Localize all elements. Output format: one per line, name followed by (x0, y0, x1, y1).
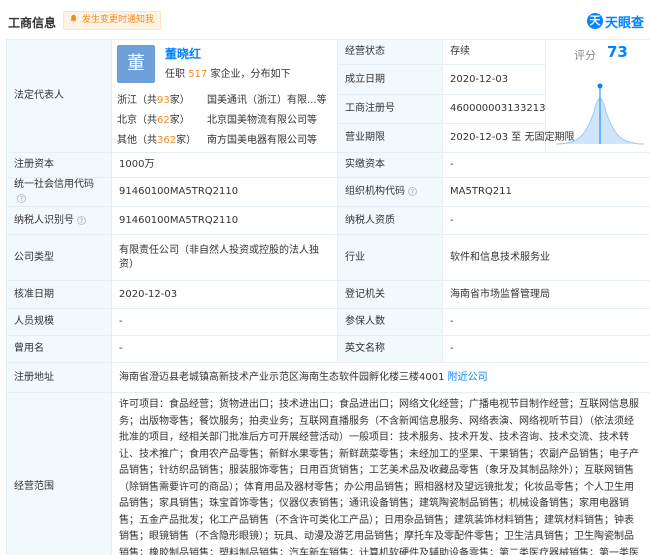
legal-rep-tenure: 任职 517 家企业，分布如下 (165, 68, 290, 82)
legal-rep-name-link[interactable]: 董晓红 (165, 47, 201, 61)
legal-rep-label: 法定代表人 (14, 90, 64, 101)
capital-label: 注册资本 (6, 152, 112, 178)
bell-icon (70, 14, 77, 23)
org-code-label: 组织机构代码 (345, 186, 405, 197)
taxpayer-value: - (442, 206, 650, 235)
address-cell: 海南省澄迈县老城镇高新技术产业示范区海南生态软件园孵化楼三楼4001 附近公司 (111, 362, 650, 393)
brand-logo[interactable]: 天天眼查 (586, 11, 644, 31)
score-marker-icon (597, 83, 603, 89)
region-count: 362 (157, 135, 177, 146)
nearby-companies-link[interactable]: 附近公司 (448, 372, 488, 383)
region-group-zhejiang[interactable]: 浙江（共93家） 国美通讯（浙江）有限...等 (117, 94, 327, 108)
address-label: 注册地址 (6, 362, 112, 393)
region-unit: 家） (176, 135, 197, 146)
help-icon[interactable]: ? (408, 187, 417, 196)
tax-id-label-cell: 纳税人识别号? (6, 206, 112, 235)
region-count: 62 (157, 115, 170, 126)
region-group-other[interactable]: 其他（共362家） 南方国美电器有限公司等 (117, 134, 317, 148)
insured-value: - (442, 308, 650, 336)
credit-code-label: 统一社会信用代码 (14, 179, 94, 190)
reg-no-label: 工商注册号 (337, 94, 443, 124)
capital-value: 1000万 (111, 152, 338, 178)
established-value: 2020-12-03 (442, 64, 546, 96)
org-code-value: MA5TRQ211 (442, 177, 650, 207)
term-label: 营业期限 (337, 122, 443, 154)
status-value: 存续 (442, 38, 546, 66)
company-type-label: 公司类型 (6, 234, 112, 281)
staff-size-label: 人员规模 (6, 308, 112, 336)
help-icon[interactable]: ? (77, 215, 86, 225)
region-company: 国美通讯（浙江）有限...等 (207, 95, 327, 106)
approve-date-value: 2020-12-03 (111, 280, 338, 309)
score-value[interactable]: 73 (607, 45, 628, 60)
approve-date-label: 核准日期 (6, 280, 112, 309)
credit-code-label-cell: 统一社会信用代码? (6, 177, 112, 207)
tax-id-value: 91460100MA5TRQ2110 (111, 206, 338, 235)
org-code-label-cell: 组织机构代码? (337, 177, 443, 207)
score-distribution-curve (555, 83, 645, 145)
section-header: 工商信息 发生变更时通知我 天天眼查 (0, 0, 650, 40)
tenure-suffix: 家企业，分布如下 (207, 69, 291, 80)
help-icon[interactable]: ? (17, 194, 26, 203)
industry-value: 软件和信息技术服务业 (442, 234, 650, 281)
region-name: 浙江（共 (117, 95, 157, 106)
established-label: 成立日期 (337, 64, 443, 96)
scope-label: 经营范围 (6, 392, 112, 555)
scope-value: 许可项目：食品经营；货物进出口；技术进出口；食品进出口；网络文化经营；广播电视节… (111, 392, 650, 555)
legal-rep-avatar[interactable]: 董 (117, 45, 155, 83)
paid-capital-value: - (442, 152, 650, 178)
legal-rep-label-cell: 法定代表人 (6, 39, 112, 153)
insured-label: 参保人数 (337, 308, 443, 336)
region-company: 南方国美电器有限公司等 (207, 135, 317, 146)
region-name: 其他（共 (117, 135, 157, 146)
reg-no-value: 460000003133213 (442, 94, 546, 124)
english-name-label: 英文名称 (337, 335, 443, 363)
business-info-table: 法定代表人 董 董晓红 任职 517 家企业，分布如下 浙江（共93家） 国美通讯… (6, 38, 650, 555)
score-cell: 评分 73 (545, 39, 650, 153)
former-name-value: - (111, 335, 338, 363)
notify-label: 发生变更时通知我 (82, 15, 155, 25)
paid-capital-label: 实缴资本 (337, 152, 443, 178)
taxpayer-label: 纳税人资质 (337, 206, 443, 235)
score-label: 评分 (574, 49, 596, 62)
industry-label: 行业 (337, 234, 443, 281)
notify-change-button[interactable]: 发生变更时通知我 (63, 11, 162, 30)
credit-code-value: 91460100MA5TRQ2110 (111, 177, 338, 207)
staff-size-value: - (111, 308, 338, 336)
company-type-value: 有限责任公司（非自然人投资或控股的法人独资） (111, 234, 338, 281)
english-name-value: - (442, 335, 650, 363)
legal-rep-cell: 董 董晓红 任职 517 家企业，分布如下 浙江（共93家） 国美通讯（浙江）有限… (111, 39, 338, 153)
authority-value: 海南省市场监督管理局 (442, 280, 650, 309)
brand-name: 天眼查 (604, 15, 644, 31)
former-name-label: 曾用名 (6, 335, 112, 363)
region-unit: 家） (169, 95, 190, 106)
region-name: 北京（共 (117, 115, 157, 126)
status-label: 经营状态 (337, 38, 443, 66)
section-title: 工商信息 (8, 16, 57, 30)
term-value: 2020-12-03 至 无固定期限 (442, 122, 574, 154)
region-group-beijing[interactable]: 北京（共62家） 北京国美物流有限公司等 (117, 114, 317, 128)
tax-id-label: 纳税人识别号 (14, 214, 74, 226)
eye-logo-icon: 天 (586, 13, 603, 29)
region-count: 93 (157, 95, 170, 106)
tenure-count: 517 (188, 69, 208, 80)
authority-label: 登记机关 (337, 280, 443, 309)
region-company: 北京国美物流有限公司等 (207, 115, 317, 126)
region-unit: 家） (169, 115, 190, 126)
tenure-prefix: 任职 (165, 69, 189, 80)
address-value: 海南省澄迈县老城镇高新技术产业示范区海南生态软件园孵化楼三楼4001 (119, 371, 445, 383)
